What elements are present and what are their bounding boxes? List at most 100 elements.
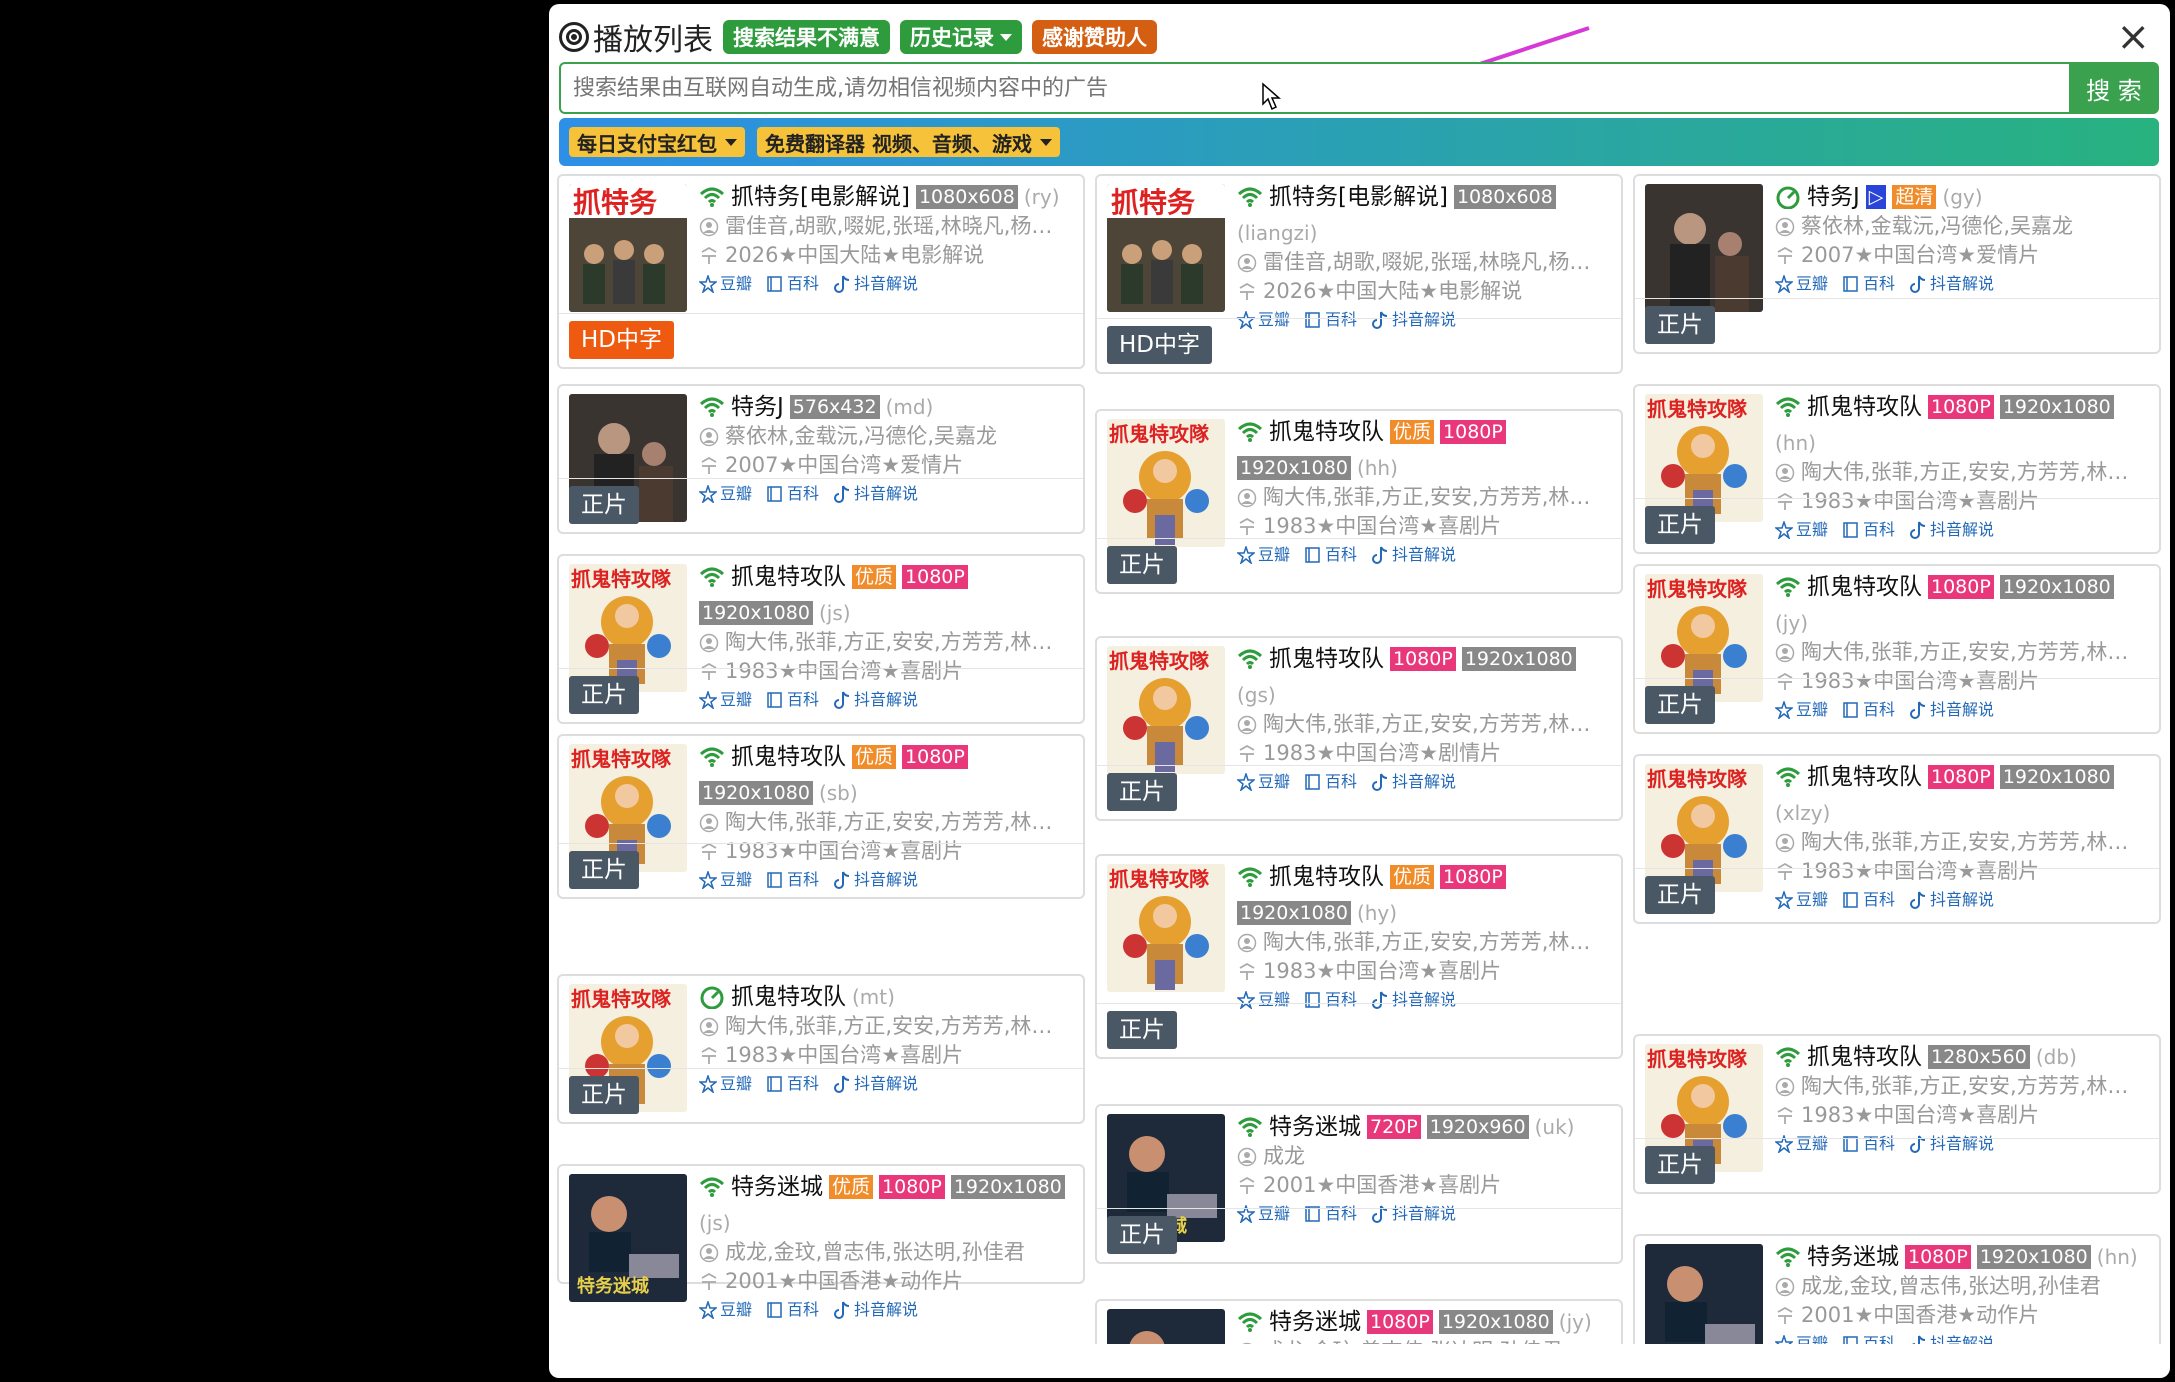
result-card[interactable]: 特务迷城特务迷城1080P1920x1080(jy)成龙,金玟,曾志伟,张达明,…	[1095, 1299, 1623, 1344]
result-title[interactable]: 抓鬼特攻队	[731, 562, 846, 592]
douban-link[interactable]: 豆瓣	[1237, 1200, 1290, 1228]
douyin-link[interactable]: 抖音解说	[833, 480, 918, 508]
douyin-link[interactable]: 抖音解说	[1909, 270, 1994, 298]
douyin-link[interactable]: 抖音解说	[1909, 516, 1994, 544]
douyin-link[interactable]: 抖音解说	[1371, 768, 1456, 796]
episode-tag-button[interactable]: HD中字	[1107, 326, 1213, 364]
douban-link[interactable]: 豆瓣	[1775, 1330, 1828, 1344]
poster-image[interactable]: 抓鬼特攻隊	[1107, 646, 1225, 774]
close-button[interactable]: ×	[2116, 14, 2150, 60]
result-title[interactable]: 特务J	[1807, 182, 1860, 212]
result-title[interactable]: 特务迷城	[1269, 1112, 1361, 1142]
result-title[interactable]: 特务迷城	[731, 1172, 823, 1202]
douban-link[interactable]: 豆瓣	[699, 480, 752, 508]
result-title[interactable]: 抓鬼特攻队	[731, 742, 846, 772]
episode-tag-button[interactable]: 正片	[569, 486, 639, 524]
episode-tag-button[interactable]: 正片	[1107, 1216, 1177, 1254]
episode-tag-button[interactable]: 正片	[1107, 773, 1177, 811]
thanks-sponsors-button[interactable]: 感谢赞助人	[1032, 20, 1157, 54]
result-card[interactable]: 抓鬼特攻隊 抓鬼特攻队 1280x560 (db) 陶大伟,张菲,方正,安安,方芳芳,林…	[1633, 1034, 2161, 1194]
result-title[interactable]: 特务迷城	[1807, 1242, 1899, 1272]
history-button[interactable]: 历史记录	[900, 20, 1022, 54]
baike-link[interactable]: 百科	[766, 270, 819, 298]
douban-link[interactable]: 豆瓣	[1237, 306, 1290, 334]
poster-image[interactable]	[1645, 184, 1763, 312]
alipay-dropdown[interactable]: 每日支付宝红包	[569, 127, 745, 157]
poster-image[interactable]: 特务迷城	[1645, 1244, 1763, 1344]
baike-link[interactable]: 百科	[1304, 541, 1357, 569]
douban-link[interactable]: 豆瓣	[699, 1070, 752, 1098]
baike-link[interactable]: 百科	[766, 686, 819, 714]
poster-image[interactable]: 特务迷城	[569, 1174, 687, 1302]
episode-tag-button[interactable]: 正片	[569, 851, 639, 889]
baike-link[interactable]: 百科	[1304, 986, 1357, 1014]
poster-image[interactable]: 抓鬼特攻隊	[1645, 394, 1763, 522]
poster-image[interactable]: 特务迷城	[1107, 1309, 1225, 1344]
poster-image[interactable]: 抓特务	[1107, 184, 1225, 312]
translator-dropdown[interactable]: 免费翻译器 视频、音频、游戏	[757, 127, 1060, 157]
result-title[interactable]: 抓鬼特攻队	[1807, 1042, 1922, 1072]
search-input[interactable]	[559, 62, 2069, 114]
douyin-link[interactable]: 抖音解说	[1909, 1330, 1994, 1344]
episode-tag-button[interactable]: 正片	[1645, 1146, 1715, 1184]
baike-link[interactable]: 百科	[1304, 1200, 1357, 1228]
baike-link[interactable]: 百科	[1842, 886, 1895, 914]
result-title[interactable]: 特务迷城	[1269, 1307, 1361, 1337]
douyin-link[interactable]: 抖音解说	[833, 270, 918, 298]
result-title[interactable]: 抓鬼特攻队	[1269, 417, 1384, 447]
result-title[interactable]: 特务J	[731, 392, 784, 422]
baike-link[interactable]: 百科	[766, 480, 819, 508]
baike-link[interactable]: 百科	[1304, 768, 1357, 796]
douban-link[interactable]: 豆瓣	[1775, 696, 1828, 724]
douyin-link[interactable]: 抖音解说	[1371, 986, 1456, 1014]
unsatisfied-button[interactable]: 搜索结果不满意	[723, 20, 890, 54]
poster-image[interactable]: 抓鬼特攻隊	[569, 564, 687, 692]
result-title[interactable]: 抓鬼特攻队	[731, 982, 846, 1012]
result-card[interactable]: 抓鬼特攻隊 抓鬼特攻队 (mt) 陶大伟,张菲,方正,安安,方芳芳,林… 1983★中国…	[557, 974, 1085, 1124]
douyin-link[interactable]: 抖音解说	[1909, 886, 1994, 914]
baike-link[interactable]: 百科	[1304, 306, 1357, 334]
douyin-link[interactable]: 抖音解说	[833, 1296, 918, 1324]
poster-image[interactable]: 抓鬼特攻隊	[1107, 864, 1225, 992]
baike-link[interactable]: 百科	[1842, 696, 1895, 724]
douban-link[interactable]: 豆瓣	[699, 686, 752, 714]
poster-image[interactable]: 抓鬼特攻隊	[1107, 419, 1225, 547]
baike-link[interactable]: 百科	[1842, 1330, 1895, 1344]
douban-link[interactable]: 豆瓣	[1775, 1130, 1828, 1158]
result-title[interactable]: 抓特务[电影解说]	[731, 182, 910, 212]
poster-image[interactable]: 抓鬼特攻隊	[1645, 764, 1763, 892]
baike-link[interactable]: 百科	[766, 1070, 819, 1098]
result-title[interactable]: 抓鬼特攻队	[1807, 572, 1922, 602]
result-card[interactable]: 抓特务 抓特务[电影解说] 1080x608 (liangzi) 雷佳音,胡歌,啜妮,张…	[1095, 174, 1623, 374]
baike-link[interactable]: 百科	[766, 1296, 819, 1324]
douyin-link[interactable]: 抖音解说	[833, 866, 918, 894]
result-card[interactable]: 特务迷城特务迷城720P1920x960(uk)成龙 2001★中国香港★喜剧片豆…	[1095, 1104, 1623, 1264]
result-card[interactable]: 抓鬼特攻隊 抓鬼特攻队 1080P 1920x1080 (xlzy) 陶大伟,张菲,方正,…	[1633, 754, 2161, 924]
episode-tag-button[interactable]: 正片	[569, 676, 639, 714]
baike-link[interactable]: 百科	[766, 866, 819, 894]
result-card[interactable]: 特务迷城 特务迷城 优质 1080P 1920x1080 (js) 成龙,金玟,曾志伟,张达…	[557, 1164, 1085, 1319]
douyin-link[interactable]: 抖音解说	[833, 1070, 918, 1098]
douban-link[interactable]: 豆瓣	[1237, 986, 1290, 1014]
result-card[interactable]: 特务迷城特务迷城1080P1920x1080(hn)成龙,金玟,曾志伟,张达明,…	[1633, 1234, 2161, 1344]
episode-tag-button[interactable]: 正片	[1645, 306, 1715, 344]
result-card[interactable]: 抓特务 抓特务[电影解说] 1080x608 (ry) 雷佳音,胡歌,啜妮,张瑶,林晓凡…	[557, 174, 1085, 369]
search-button[interactable]: 搜 索	[2069, 62, 2159, 114]
result-title[interactable]: 抓鬼特攻队	[1269, 862, 1384, 892]
douban-link[interactable]: 豆瓣	[699, 866, 752, 894]
result-card[interactable]: 特务J ▷ 超清 (gy) 蔡依林,金载沅,冯德伦,吴嘉龙 2007★中国台湾★爱情片 豆瓣…	[1633, 174, 2161, 354]
result-card[interactable]: 抓鬼特攻隊 抓鬼特攻队 优质 1080P 1920x1080 (hy) 陶大伟,张菲,方正,…	[1095, 854, 1623, 1059]
douban-link[interactable]: 豆瓣	[1775, 270, 1828, 298]
result-card[interactable]: 特务J 576x432 (md) 蔡依林,金载沅,冯德伦,吴嘉龙 2007★中国台湾★爱…	[557, 384, 1085, 534]
episode-tag-button[interactable]: HD中字	[569, 321, 675, 359]
result-card[interactable]: 抓鬼特攻隊 抓鬼特攻队 1080P 1920x1080 (hn) 陶大伟,张菲,方正,安安…	[1633, 384, 2161, 554]
episode-tag-button[interactable]: 正片	[1107, 546, 1177, 584]
episode-tag-button[interactable]: 正片	[1107, 1011, 1177, 1049]
douyin-link[interactable]: 抖音解说	[1909, 696, 1994, 724]
douyin-link[interactable]: 抖音解说	[1371, 1200, 1456, 1228]
episode-tag-button[interactable]: 正片	[1645, 686, 1715, 724]
result-title[interactable]: 抓特务[电影解说]	[1269, 182, 1448, 212]
douban-link[interactable]: 豆瓣	[1237, 768, 1290, 796]
douban-link[interactable]: 豆瓣	[1775, 886, 1828, 914]
douyin-link[interactable]: 抖音解说	[1909, 1130, 1994, 1158]
